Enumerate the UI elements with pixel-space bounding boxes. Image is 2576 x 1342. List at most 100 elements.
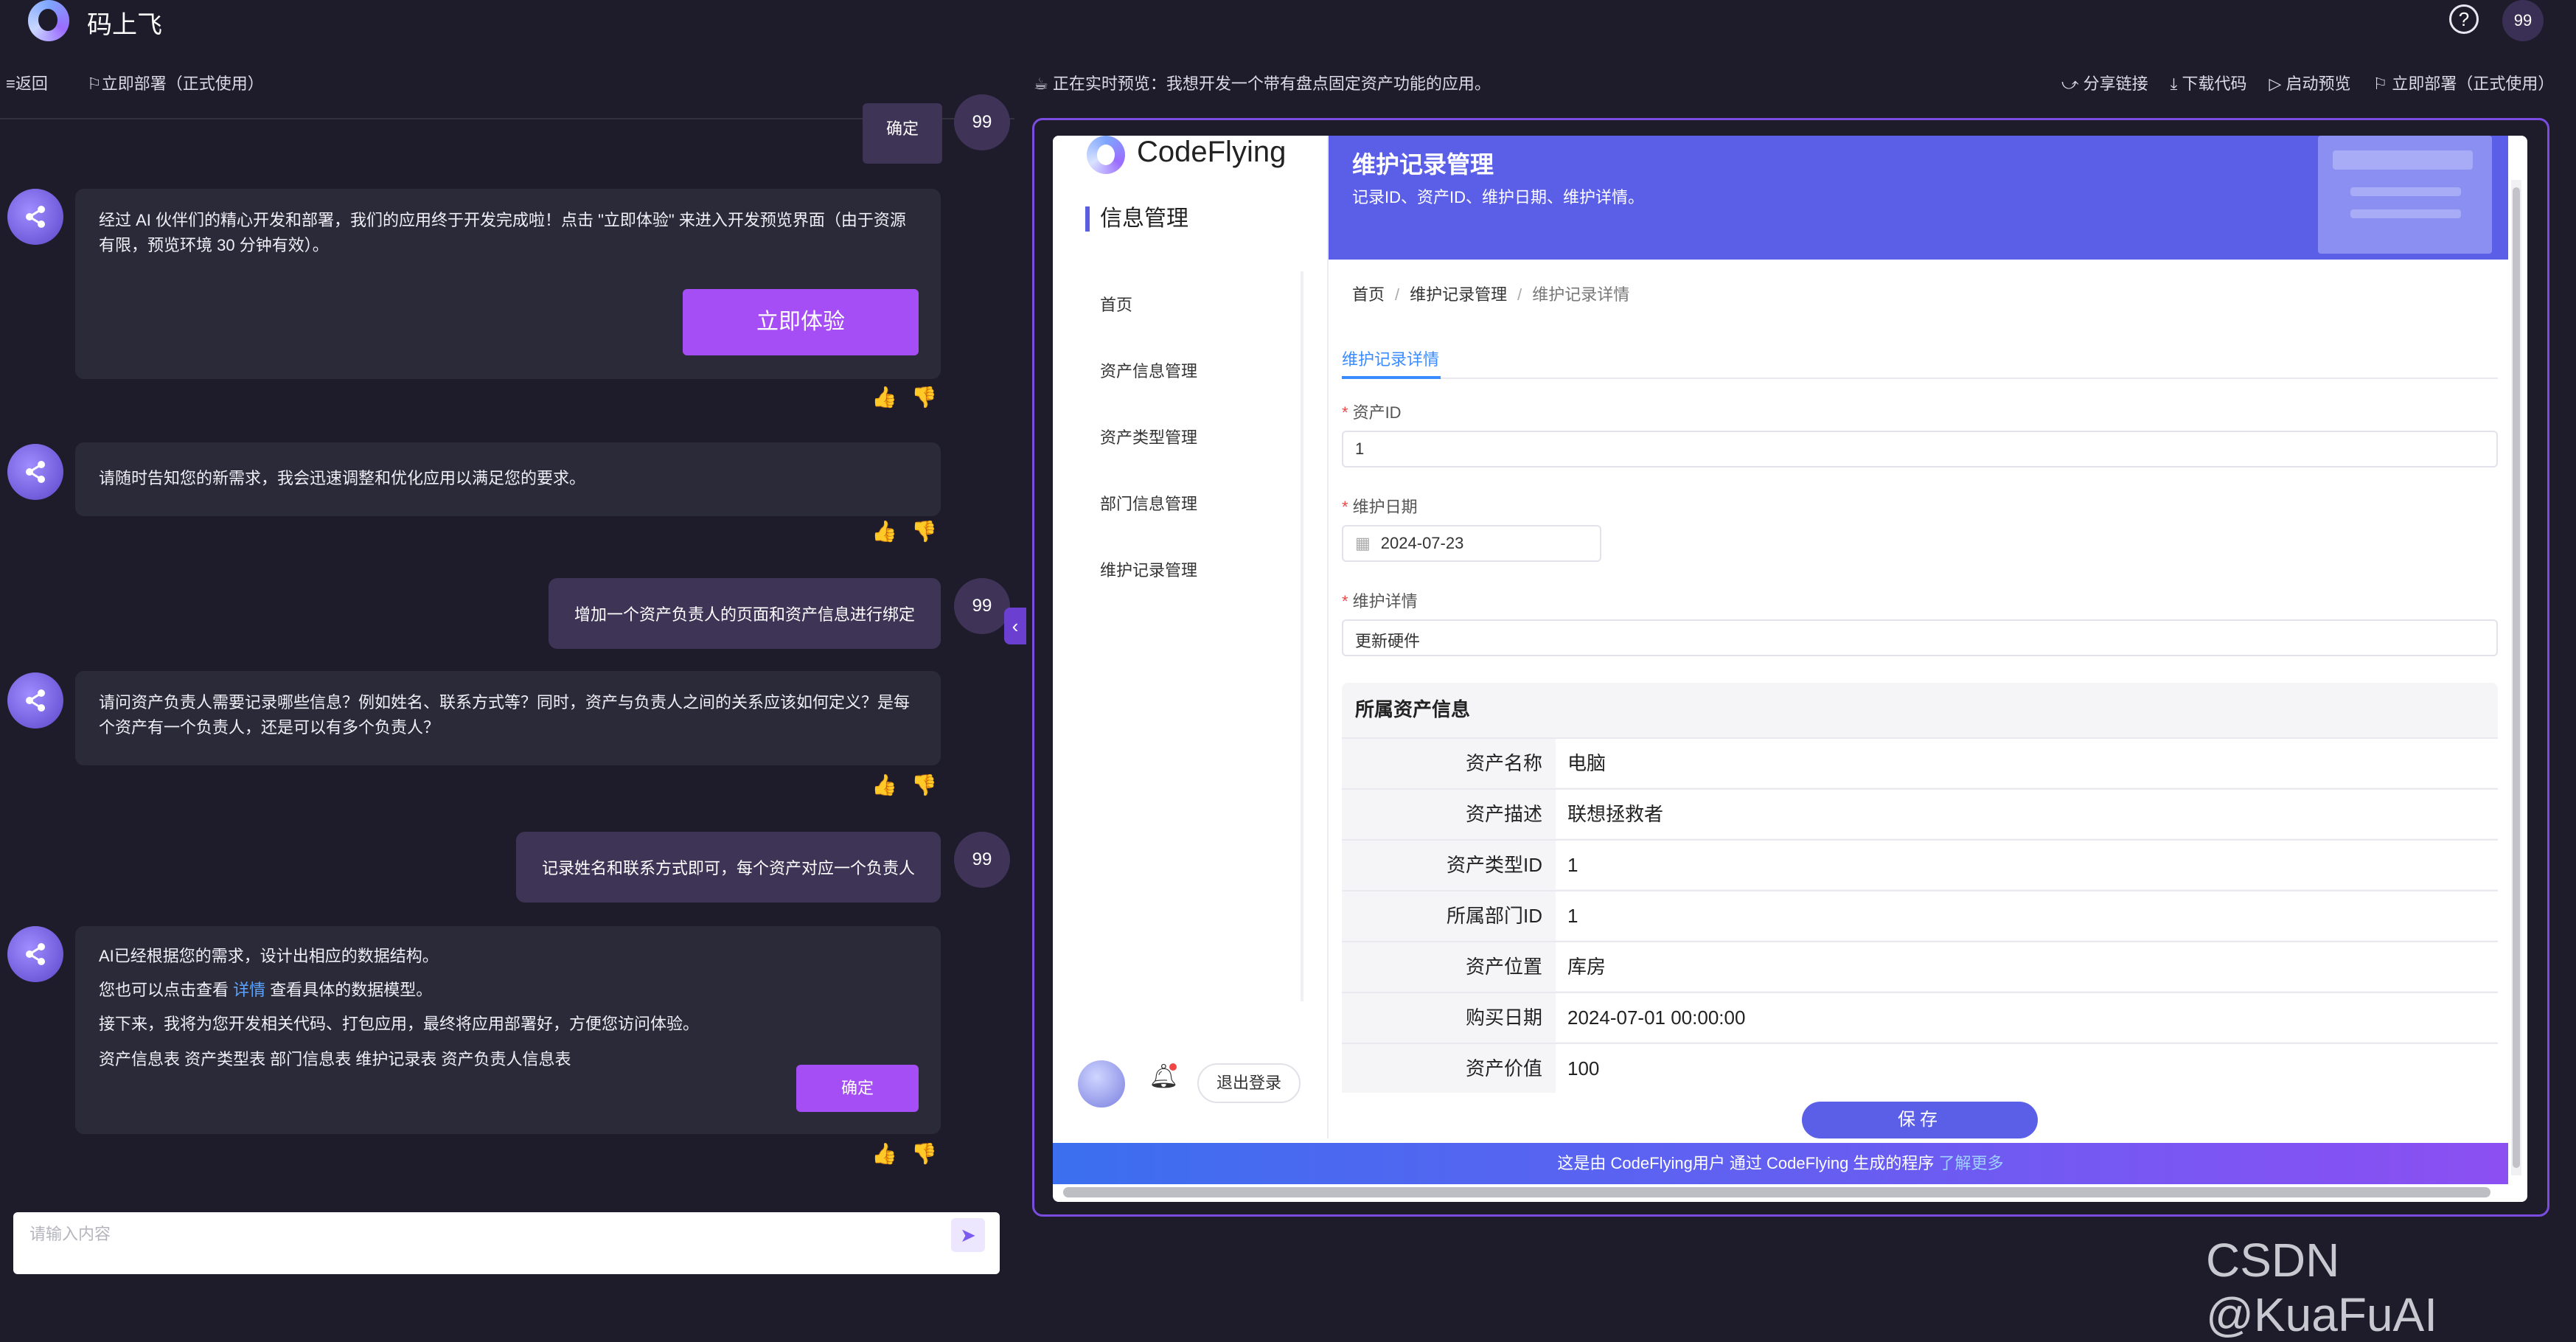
app-logo — [28, 0, 69, 41]
banner-illustration — [2318, 136, 2492, 254]
logout-button[interactable]: 退出登录 — [1197, 1063, 1301, 1103]
preview-status: ☕ 正在实时预览：我想开发一个带有盘点固定资产功能的应用。 — [1034, 74, 1491, 93]
sidebar-item-assets[interactable]: 资产信息管理 — [1100, 358, 1197, 382]
deploy-button-right[interactable]: ⚐ 立即部署（正式使用） — [2373, 71, 2555, 94]
user-avatar[interactable]: 99 — [2502, 0, 2544, 41]
sidebar-item-asset-types[interactable]: 资产类型管理 — [1100, 425, 1197, 448]
table-row: 资产名称 电脑 — [1342, 737, 2498, 788]
watermark: CSDN @KuaFuAI — [2206, 1234, 2437, 1341]
bot-avatar — [7, 926, 63, 982]
send-icon[interactable]: ➤ — [951, 1218, 985, 1252]
breadcrumb-current: 维护记录详情 — [1532, 285, 1630, 304]
row-value: 1 — [1567, 854, 1578, 876]
table-row: 资产描述 联想拯救者 — [1342, 788, 2498, 838]
sidebar-title: 信息管理 — [1085, 206, 1188, 232]
confirm-button[interactable]: 确定 — [796, 1065, 919, 1112]
horizontal-scrollbar[interactable] — [1063, 1187, 2490, 1197]
message-text: 请随时告知您的新需求，我会迅速调整和优化应用以满足您的要求。 — [99, 469, 586, 487]
user-avatar-chat: 99 — [954, 832, 1010, 888]
app-sidebar — [1053, 136, 1329, 1138]
table-row: 资产类型ID 1 — [1342, 839, 2498, 889]
row-value: 联想拯救者 — [1567, 803, 1664, 825]
help-icon[interactable]: ? — [2449, 4, 2479, 34]
user-message: 记录姓名和联系方式即可，每个资产对应一个负责人 — [516, 832, 941, 903]
message-line: AI已经根据您的需求，设计出相应的数据结构。 — [99, 947, 439, 965]
row-value: 电脑 — [1567, 752, 1606, 774]
bot-avatar — [7, 672, 63, 729]
row-value: 2024-07-01 00:00:00 — [1567, 1007, 1746, 1029]
sidebar-item-home[interactable]: 首页 — [1100, 292, 1132, 316]
try-now-button[interactable]: 立即体验 — [683, 289, 919, 355]
message-text: 您也可以点击查看 — [99, 981, 234, 999]
breadcrumb: 首页 / 维护记录管理 / 维护记录详情 — [1352, 285, 1630, 304]
share-icon — [26, 206, 45, 228]
date-picker[interactable]: ▦ 2024-07-23 — [1342, 525, 1601, 562]
thumbs-down-icon[interactable]: 👎 — [911, 519, 937, 544]
tab-ink-bar — [1342, 376, 1441, 379]
row-key: 购买日期 — [1342, 993, 1556, 1042]
thumbs-down-icon[interactable]: 👎 — [911, 385, 937, 410]
asset-id-label: * 资产ID — [1342, 403, 1402, 422]
sidebar-item-departments[interactable]: 部门信息管理 — [1100, 491, 1197, 515]
thumbs-up-icon[interactable]: 👍 — [871, 519, 897, 544]
breadcrumb-home[interactable]: 首页 — [1352, 285, 1385, 304]
details-link[interactable]: 详情 — [233, 981, 265, 999]
row-key: 资产描述 — [1342, 790, 1556, 838]
save-button[interactable]: 保存 — [1802, 1102, 2038, 1138]
row-key: 所属部门ID — [1342, 891, 1556, 940]
previous-confirm-button[interactable]: 确定 — [863, 103, 942, 164]
asset-section-title: 所属资产信息 — [1355, 698, 1471, 720]
message-text: 查看具体的数据模型。 — [265, 981, 433, 999]
tab-maintenance-detail[interactable]: 维护记录详情 — [1342, 347, 1439, 370]
share-icon — [26, 943, 45, 965]
share-link-button[interactable]: ⤻ 分享链接 — [2061, 71, 2148, 94]
codeflying-logo — [1087, 136, 1125, 174]
table-row: 购买日期 2024-07-01 00:00:00 — [1342, 992, 2498, 1042]
message-text: 经过 AI 伙伴们的精心开发和部署，我们的应用终于开发完成啦！点击 "立即体验"… — [99, 211, 906, 254]
detail-input[interactable]: 更新硬件 — [1342, 619, 2498, 656]
bot-message: 请问资产负责人需要记录哪些信息？例如姓名、联系方式等？同时，资产与负责人之间的关… — [75, 671, 941, 765]
vertical-scrollbar[interactable] — [2513, 187, 2520, 1168]
thumbs-up-icon[interactable]: 👍 — [871, 385, 897, 410]
back-link[interactable]: ≡返回 — [6, 71, 48, 94]
row-key: 资产类型ID — [1342, 841, 1556, 889]
bot-avatar — [7, 189, 63, 245]
avatar[interactable] — [1078, 1060, 1125, 1108]
thumbs-down-icon[interactable]: 👎 — [911, 1141, 937, 1167]
share-icon — [26, 689, 45, 712]
table-row: 资产价值 100 — [1342, 1043, 2498, 1093]
row-value: 100 — [1567, 1057, 1600, 1079]
download-code-button[interactable]: ⤓ 下载代码 — [2171, 71, 2247, 94]
table-row: 所属部门ID 1 — [1342, 890, 2498, 940]
tab-divider — [1342, 378, 2498, 379]
row-key: 资产名称 — [1342, 739, 1556, 788]
breadcrumb-maintenance[interactable]: 维护记录管理 — [1410, 285, 1507, 304]
row-value: 库房 — [1567, 956, 1606, 978]
deploy-button-left[interactable]: ⚐立即部署（正式使用） — [87, 71, 264, 94]
message-line: 您也可以点击查看 详情 查看具体的数据模型。 — [99, 978, 917, 1003]
row-key: 资产位置 — [1342, 942, 1556, 991]
table-list: 资产信息表 资产类型表 部门信息表 维护记录表 资产负责人信息表 — [99, 1050, 571, 1068]
sidebar-item-maintenance[interactable]: 维护记录管理 — [1100, 557, 1197, 581]
preview-actions: ⤻ 分享链接 ⤓ 下载代码 ▷ 启动预览 ⚐ 立即部署（正式使用） — [2061, 71, 2554, 94]
user-avatar-chat: 99 — [954, 578, 1010, 634]
thumbs-up-icon[interactable]: 👍 — [871, 773, 897, 798]
row-value: 1 — [1567, 905, 1578, 927]
learn-more-link[interactable]: 了解更多 — [1939, 1154, 2004, 1172]
thumbs-up-icon[interactable]: 👍 — [871, 1141, 897, 1167]
notification-dot — [1169, 1063, 1177, 1071]
collapse-panel-icon[interactable]: ‹ — [1004, 608, 1026, 644]
page-title: 维护记录管理 — [1352, 151, 1494, 178]
bot-message: 请随时告知您的新需求，我会迅速调整和优化应用以满足您的要求。 — [75, 442, 941, 516]
chat-input[interactable]: 请输入内容 — [13, 1212, 1000, 1274]
app-title: 码上飞 — [87, 11, 162, 39]
message-text: 请问资产负责人需要记录哪些信息？例如姓名、联系方式等？同时，资产与负责人之间的关… — [99, 693, 911, 737]
start-preview-button[interactable]: ▷ 启动预览 — [2269, 71, 2350, 94]
calendar-icon: ▦ — [1355, 534, 1371, 552]
row-key: 资产价值 — [1342, 1044, 1556, 1093]
thumbs-down-icon[interactable]: 👎 — [911, 773, 937, 798]
asset-id-input[interactable]: 1 — [1342, 431, 2498, 467]
table-row: 资产位置 库房 — [1342, 941, 2498, 991]
sidebar-scrollbar[interactable] — [1301, 271, 1303, 1001]
detail-label: * 维护详情 — [1342, 592, 1418, 611]
